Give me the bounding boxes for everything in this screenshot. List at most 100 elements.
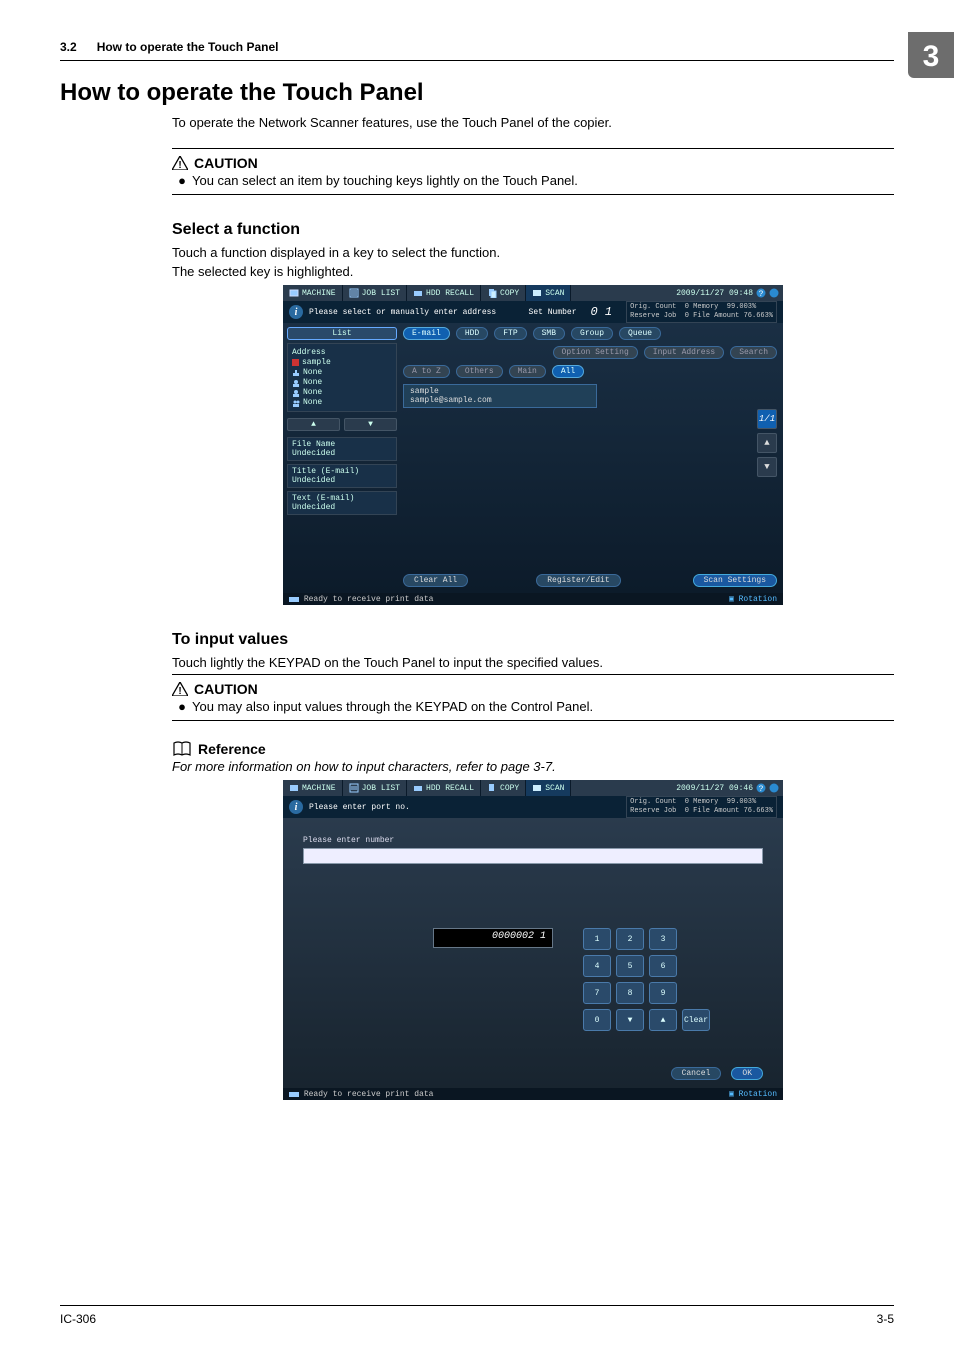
help-icon[interactable]: ? bbox=[756, 783, 766, 793]
address-item[interactable]: sample bbox=[292, 358, 392, 367]
dest-smb-chip[interactable]: SMB bbox=[533, 327, 565, 340]
text-email-field[interactable]: Text (E-mail)Undecided bbox=[287, 491, 397, 515]
heading-number: 3.2 bbox=[0, 79, 60, 107]
address-item[interactable]: None bbox=[292, 378, 392, 387]
info-icon: i bbox=[289, 305, 303, 319]
filter-atoz-chip[interactable]: A to Z bbox=[403, 365, 450, 378]
search-button[interactable]: Search bbox=[730, 346, 777, 359]
address-item[interactable]: None bbox=[292, 388, 392, 397]
address-label: Address bbox=[292, 348, 392, 357]
address-entry[interactable]: sample sample@sample.com bbox=[403, 384, 597, 408]
cancel-button[interactable]: Cancel bbox=[671, 1067, 722, 1080]
info-icon: i bbox=[289, 800, 303, 814]
key-9[interactable]: 9 bbox=[649, 982, 677, 1004]
key-0[interactable]: 0 bbox=[583, 1009, 611, 1031]
tab-scan[interactable]: SCAN bbox=[526, 780, 571, 796]
caution-label: CAUTION bbox=[194, 155, 258, 171]
key-7[interactable]: 7 bbox=[583, 982, 611, 1004]
bullet-dot: ● bbox=[172, 699, 192, 714]
tab-copy[interactable]: COPY bbox=[481, 780, 526, 796]
scan-settings-button[interactable]: Scan Settings bbox=[693, 574, 777, 587]
ok-button[interactable]: OK bbox=[731, 1067, 763, 1080]
clear-all-button[interactable]: Clear All bbox=[403, 574, 468, 587]
screenshot-scan-address: MACHINE JOB LIST HDD RECALL COPY SCAN 20… bbox=[283, 285, 783, 605]
filter-main-chip[interactable]: Main bbox=[509, 365, 546, 378]
dest-hdd-chip[interactable]: HDD bbox=[456, 327, 488, 340]
tab-hdd-recall[interactable]: HDD RECALL bbox=[407, 780, 481, 796]
footer-left: IC-306 bbox=[60, 1312, 96, 1326]
filter-others-chip[interactable]: Others bbox=[456, 365, 503, 378]
select-function-p2: The selected key is highlighted. bbox=[172, 264, 894, 279]
tab-hdd-recall[interactable]: HDD RECALL bbox=[407, 285, 481, 301]
key-8[interactable]: 8 bbox=[616, 982, 644, 1004]
register-edit-button[interactable]: Register/Edit bbox=[536, 574, 620, 587]
running-head: 3.2 How to operate the Touch Panel bbox=[60, 40, 894, 61]
heading-title: How to operate the Touch Panel bbox=[60, 79, 424, 107]
divider bbox=[172, 148, 894, 149]
caution-label: CAUTION bbox=[194, 681, 258, 697]
power-icon[interactable] bbox=[769, 288, 779, 298]
dest-queue-chip[interactable]: Queue bbox=[619, 327, 661, 340]
filter-all-chip[interactable]: All bbox=[552, 365, 584, 378]
nav-down-button[interactable]: ▼ bbox=[344, 418, 397, 431]
select-function-p1: Touch a function displayed in a key to s… bbox=[172, 245, 894, 260]
tab-copy[interactable]: COPY bbox=[481, 285, 526, 301]
key-up[interactable]: ▲ bbox=[649, 1009, 677, 1031]
bullet-dot: ● bbox=[172, 173, 192, 188]
info-message: Please select or manually enter address bbox=[309, 308, 523, 317]
running-section-title: How to operate the Touch Panel bbox=[97, 40, 279, 54]
list-button[interactable]: List bbox=[287, 327, 397, 340]
rotation-indicator: ▣ Rotation bbox=[729, 1089, 777, 1099]
set-number-label: Set Number bbox=[529, 308, 577, 317]
input-values-p1: Touch lightly the KEYPAD on the Touch Pa… bbox=[172, 655, 894, 670]
tab-machine[interactable]: MACHINE bbox=[283, 780, 343, 796]
key-clear[interactable]: Clear bbox=[682, 1009, 710, 1031]
dest-group-chip[interactable]: Group bbox=[571, 327, 613, 340]
caution-icon: ! bbox=[172, 156, 188, 170]
keypad-textfield[interactable] bbox=[303, 848, 763, 864]
key-3[interactable]: 3 bbox=[649, 928, 677, 950]
status-text: Ready to receive print data bbox=[304, 1090, 434, 1099]
caution2-text: You may also input values through the KE… bbox=[192, 699, 593, 714]
svg-text:!: ! bbox=[178, 160, 181, 170]
option-setting-button[interactable]: Option Setting bbox=[553, 346, 638, 359]
key-5[interactable]: 5 bbox=[616, 955, 644, 977]
address-item[interactable]: None bbox=[292, 398, 392, 407]
tab-scan[interactable]: SCAN bbox=[526, 285, 571, 301]
svg-text:?: ? bbox=[759, 785, 764, 793]
counter-meta: Orig. Count 0 Memory 99.003% Reserve Job… bbox=[626, 796, 777, 818]
key-down[interactable]: ▼ bbox=[616, 1009, 644, 1031]
footer-right: 3-5 bbox=[877, 1312, 894, 1326]
clock: 2009/11/27 09:46? bbox=[672, 780, 783, 796]
keypad-prompt: Please enter number bbox=[303, 836, 394, 845]
caution-icon: ! bbox=[172, 682, 188, 696]
key-2[interactable]: 2 bbox=[616, 928, 644, 950]
select-function-heading: Select a function bbox=[172, 221, 894, 239]
key-4[interactable]: 4 bbox=[583, 955, 611, 977]
nav-up-button[interactable]: ▲ bbox=[287, 418, 340, 431]
svg-text:?: ? bbox=[759, 290, 764, 298]
info-message: Please enter port no. bbox=[309, 803, 620, 812]
intro-text: To operate the Network Scanner features,… bbox=[172, 115, 894, 130]
tab-job-list[interactable]: JOB LIST bbox=[343, 285, 407, 301]
scroll-up-button[interactable]: ▲ bbox=[757, 433, 777, 453]
power-icon[interactable] bbox=[769, 783, 779, 793]
clock: 2009/11/27 09:48? bbox=[672, 285, 783, 301]
divider bbox=[172, 194, 894, 195]
scroll-down-button[interactable]: ▼ bbox=[757, 457, 777, 477]
tab-machine[interactable]: MACHINE bbox=[283, 285, 343, 301]
reference-label: Reference bbox=[198, 741, 266, 757]
key-1[interactable]: 1 bbox=[583, 928, 611, 950]
dest-email-chip[interactable]: E-mail bbox=[403, 327, 450, 340]
help-icon[interactable]: ? bbox=[756, 288, 766, 298]
title-email-field[interactable]: Title (E-mail)Undecided bbox=[287, 464, 397, 488]
key-6[interactable]: 6 bbox=[649, 955, 677, 977]
printer-icon bbox=[289, 1090, 299, 1098]
input-values-heading: To input values bbox=[172, 631, 894, 649]
dest-ftp-chip[interactable]: FTP bbox=[494, 327, 526, 340]
input-address-button[interactable]: Input Address bbox=[644, 346, 724, 359]
file-name-field[interactable]: File NameUndecided bbox=[287, 437, 397, 461]
address-item[interactable]: None bbox=[292, 368, 392, 377]
tab-job-list[interactable]: JOB LIST bbox=[343, 780, 407, 796]
address-panel: Address sample None None None None bbox=[287, 343, 397, 412]
